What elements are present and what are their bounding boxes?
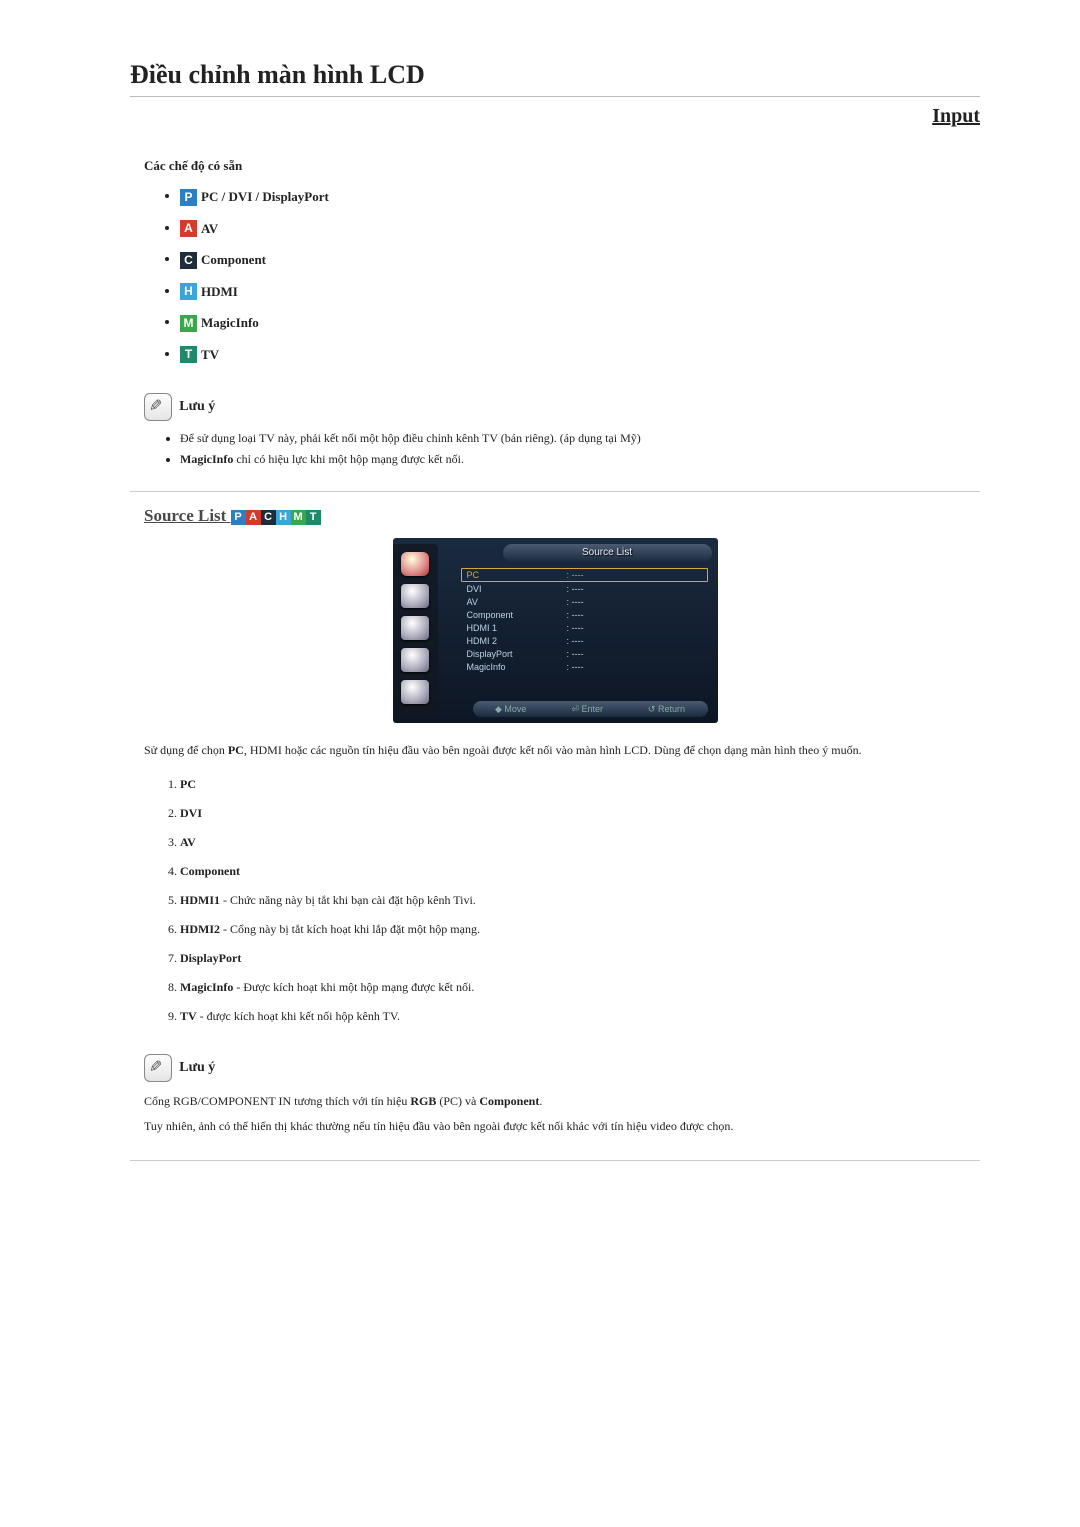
mode-item: M MagicInfo <box>180 314 980 332</box>
note-list-1: Để sử dụng loại TV này, phải kết nối một… <box>180 431 980 467</box>
note-block-2: Lưu ý <box>144 1054 980 1082</box>
p-icon: P <box>231 510 246 525</box>
a-icon: A <box>246 510 261 525</box>
osd-row: AV---- <box>461 595 708 608</box>
available-modes-heading: Các chế độ có sẵn <box>144 158 980 174</box>
osd-row: HDMI 1---- <box>461 621 708 634</box>
page-title: Điều chỉnh màn hình LCD <box>130 60 980 97</box>
osd-side-multi-icon <box>401 680 429 704</box>
t-icon: T <box>180 346 197 363</box>
osd-enter-hint: ⏎ Enter <box>571 704 603 715</box>
source-list-heading: Source List PACHMT <box>144 506 980 526</box>
note-paragraph: Tuy nhiên, ảnh có thể hiển thị khác thườ… <box>144 1117 980 1136</box>
source-item: HDMI1 - Chức năng này bị tắt khi bạn cài… <box>180 893 980 908</box>
note-item: MagicInfo chỉ có hiệu lực khi một hộp mạ… <box>180 452 980 467</box>
source-item: DVI <box>180 806 980 821</box>
osd-title: Source List <box>503 544 712 562</box>
mode-label: PC / DVI / DisplayPort <box>201 189 329 204</box>
separator <box>130 1160 980 1161</box>
source-item: TV - được kích hoạt khi kết nối hộp kênh… <box>180 1009 980 1024</box>
mode-label: MagicInfo <box>201 315 259 330</box>
note-label: Lưu ý <box>179 1060 215 1075</box>
mode-item: P PC / DVI / DisplayPort <box>180 188 980 206</box>
source-ordered-list: PC DVI AV Component HDMI1 - Chức năng nà… <box>180 777 980 1024</box>
osd-side-picture-icon <box>401 584 429 608</box>
osd-side-sound-icon <box>401 616 429 640</box>
osd-sidebar <box>393 544 438 717</box>
source-item: Component <box>180 864 980 879</box>
note-label: Lưu ý <box>179 399 215 414</box>
mode-label: AV <box>201 221 218 236</box>
source-item: HDMI2 - Cổng này bị tắt kích hoạt khi lắ… <box>180 922 980 937</box>
mode-list: P PC / DVI / DisplayPort A AV C Component H… <box>180 188 980 363</box>
osd-row: HDMI 2---- <box>461 634 708 647</box>
t-icon: T <box>306 510 321 525</box>
osd-row: DisplayPort---- <box>461 647 708 660</box>
input-heading: Input <box>130 105 980 128</box>
osd-move-hint: ◆ Move <box>495 704 526 715</box>
separator <box>130 491 980 492</box>
m-icon: M <box>180 315 197 332</box>
osd-side-input-icon <box>401 552 429 576</box>
source-item: DisplayPort <box>180 951 980 966</box>
usage-paragraph: Sử dụng để chọn PC, HDMI hoặc các nguồn … <box>144 741 980 759</box>
osd-row: Component---- <box>461 608 708 621</box>
source-item: MagicInfo - Được kích hoạt khi một hộp m… <box>180 980 980 995</box>
osd-side-setup-icon <box>401 648 429 672</box>
osd-row: DVI---- <box>461 582 708 595</box>
note-paragraph: Cổng RGB/COMPONENT IN tương thích với tí… <box>144 1092 980 1111</box>
note-block-1: Lưu ý <box>144 393 980 421</box>
note-icon <box>144 393 172 421</box>
h-icon: H <box>276 510 291 525</box>
c-icon: C <box>261 510 276 525</box>
note-icon <box>144 1054 172 1082</box>
osd-row: PC---- <box>461 568 708 582</box>
m-icon: M <box>291 510 306 525</box>
mode-label: Component <box>201 252 266 267</box>
mode-label: HDMI <box>201 284 238 299</box>
p-icon: P <box>180 189 197 206</box>
osd-rows: PC---- DVI---- AV---- Component---- HDMI… <box>461 568 708 673</box>
source-item: AV <box>180 835 980 850</box>
mode-item: C Component <box>180 251 980 269</box>
mode-label: TV <box>201 347 219 362</box>
osd-footer: ◆ Move ⏎ Enter ↺ Return <box>473 701 708 717</box>
note-item: Để sử dụng loại TV này, phải kết nối một… <box>180 431 980 446</box>
osd-screenshot: Source List PC---- DVI---- AV---- Compon… <box>393 538 718 723</box>
a-icon: A <box>180 220 197 237</box>
mode-item: A AV <box>180 220 980 238</box>
mode-item: H HDMI <box>180 283 980 301</box>
h-icon: H <box>180 283 197 300</box>
c-icon: C <box>180 252 197 269</box>
source-item: PC <box>180 777 980 792</box>
mode-item: T TV <box>180 346 980 364</box>
source-list-heading-text: Source List <box>144 506 226 525</box>
osd-row: MagicInfo---- <box>461 660 708 673</box>
osd-return-hint: ↺ Return <box>648 704 685 715</box>
